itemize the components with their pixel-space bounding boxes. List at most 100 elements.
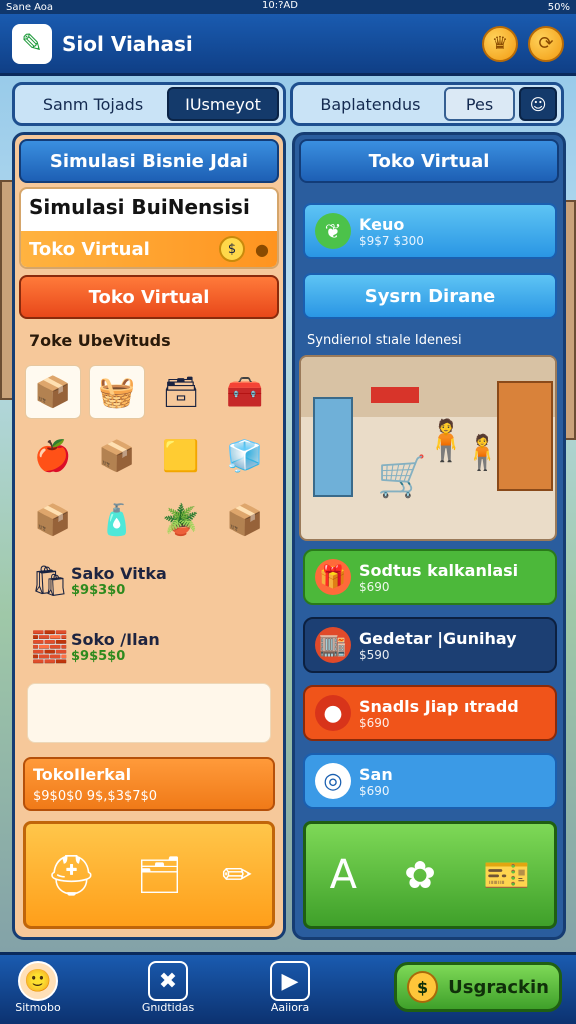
orange-box-icon[interactable]: 📦: [89, 429, 145, 483]
crown-icon[interactable]: ♛: [482, 25, 518, 62]
summary-value: $9$0$0 9$,$3$7$0: [33, 789, 158, 804]
clock: 10:?AD: [262, 0, 298, 11]
status-bar: Sane Aoa 10:?AD 50%: [0, 0, 576, 14]
fruit-basket-icon[interactable]: 🍎: [25, 429, 81, 483]
section-title: 7oke UbeVituds: [29, 331, 171, 350]
tab-sanm-tojads[interactable]: Sanm Tojads: [19, 87, 167, 121]
item-grid: 📦 🧺 🗃 🧰 🍎 📦 🟨 🧊 📦 🧴 🪴 📦: [25, 365, 279, 547]
system-header[interactable]: Sysrn Dirane: [303, 273, 557, 319]
battery-label: 50%: [547, 1, 570, 13]
list-item[interactable]: 🛍 Sako Vitka $9$3$0: [29, 553, 279, 609]
play-icon: ▶: [270, 961, 310, 1001]
row-price: $690: [359, 715, 390, 730]
package-icon[interactable]: 📦: [25, 493, 81, 547]
row-name: Gedetar |Gunihay: [359, 628, 517, 648]
summary-card[interactable]: TokoIlerkal $9$0$0 9$,$3$7$0: [23, 757, 275, 811]
coin-small-icon: ●: [255, 239, 269, 259]
store-scene: 🛒 🧍 🧍: [299, 355, 557, 541]
list-item-name: Soko /Ilan: [71, 630, 160, 649]
upgrade-label: Usgrackin: [448, 976, 549, 998]
nav-tools-label: Gnıdtidas: [141, 1001, 195, 1014]
row-name: Sodtus kalkanlasi: [359, 560, 519, 580]
right-panel-header: Toko Virtual: [299, 139, 559, 183]
coin-icon: $: [219, 236, 246, 262]
leaf-icon: ❦: [315, 213, 351, 249]
box-icon[interactable]: 📦: [25, 365, 81, 419]
helmet-icon[interactable]: ⛑: [46, 852, 97, 899]
open-box-icon[interactable]: 🗂: [136, 854, 182, 896]
business-card: Simulasi BuiNensisi Toko Virtual $ ●: [19, 187, 279, 269]
tab-baplatendus[interactable]: Baplatendus: [297, 87, 444, 121]
row-price: $690: [359, 783, 390, 798]
teal-box-icon[interactable]: 🧊: [217, 429, 273, 483]
store-button[interactable]: Toko Virtual $ ●: [21, 231, 277, 267]
list-item[interactable]: 🧱 Soko /Ilan $9$5$0: [29, 619, 279, 675]
list-item-name: Sako Vitka: [71, 564, 167, 583]
top-buttons: ♛ ⟳: [482, 25, 564, 62]
fridge: [313, 397, 353, 497]
shipping-box-icon[interactable]: 📦: [217, 493, 273, 547]
left-panel: Simulasi Bisnie Jdai Simulasi BuiNensisi…: [12, 132, 286, 940]
row-price: $690: [359, 579, 390, 594]
plant-box-icon[interactable]: 🪴: [153, 493, 209, 547]
row-name: San: [359, 764, 393, 784]
tab-iusmeyot[interactable]: IUsmeyot: [167, 87, 279, 121]
store-header[interactable]: Toko Virtual: [19, 275, 279, 319]
molecule-icon[interactable]: ✿: [404, 853, 436, 897]
featured-card[interactable]: ❦ Keuo $9$7 $300: [303, 203, 557, 259]
app-title: Siol Viahasi: [62, 31, 193, 56]
list-item-price: $9$5$0: [71, 649, 126, 664]
ticket-icon[interactable]: 🎫: [483, 853, 530, 898]
nav-play-label: Aaiiora: [270, 1001, 310, 1014]
profile-icon[interactable]: ☺: [519, 87, 557, 121]
store-icon: 🏬: [315, 627, 351, 663]
avatar: 🙂: [18, 961, 58, 1001]
paper-box-icon[interactable]: 🗃: [153, 365, 209, 419]
list-item[interactable]: 🎁 Sodtus kalkanlasi $690: [303, 549, 557, 605]
tools-icon: ✖: [148, 961, 188, 1001]
featured-price: $9$7 $300: [359, 233, 424, 248]
crate-icon[interactable]: 🧺: [89, 365, 145, 419]
tools-card: A ✿ 🎫: [303, 821, 557, 929]
scene-label: Syndierıol stıale Idenesi: [307, 333, 462, 348]
coin-icon[interactable]: ⟳: [528, 25, 564, 62]
blocks-icon: 🧱: [31, 629, 69, 665]
upgrade-button[interactable]: $ Usgrackin: [394, 962, 562, 1012]
business-title: Simulasi BuiNensisi: [29, 195, 250, 219]
store-button-label: Toko Virtual: [29, 238, 150, 260]
summary-title: TokoIlerkal: [33, 765, 132, 784]
row-price: $590: [359, 647, 390, 662]
top-bar: ✎ Siol Viahasi ♛ ⟳: [0, 14, 576, 76]
nav-profile[interactable]: 🙂 Sitmobo: [2, 961, 74, 1014]
shelf: [497, 381, 553, 491]
edit-bag-icon[interactable]: ✏: [222, 855, 252, 896]
nav-play[interactable]: ▶ Aaiiora: [254, 961, 326, 1014]
tab-pes[interactable]: Pes: [443, 87, 516, 121]
shopping-box-icon: 🛍: [30, 563, 70, 599]
list-item[interactable]: ◎ San $690: [303, 753, 557, 809]
list-item-price: $9$3$0: [71, 583, 126, 598]
letter-a-icon[interactable]: A: [330, 852, 357, 898]
clerk-icon: 🧍: [461, 433, 504, 473]
empty-slot: [27, 683, 271, 743]
list-item[interactable]: 🏬 Gedetar |Gunihay $590: [303, 617, 557, 673]
action-card: ⛑ 🗂 ✏: [23, 821, 275, 929]
red-box-icon[interactable]: 🧰: [217, 365, 273, 419]
nav-tools[interactable]: ✖ Gnıdtidas: [132, 961, 204, 1014]
store-sign: [371, 387, 419, 403]
globe-icon: ◎: [315, 763, 351, 799]
coin-icon: $: [407, 971, 439, 1003]
gift-icon: 🎁: [315, 559, 351, 595]
yellow-box-icon[interactable]: 🟨: [153, 429, 209, 483]
right-tab-strip: Baplatendus Pes ☺: [290, 82, 564, 126]
bottles-icon[interactable]: 🧴: [89, 493, 145, 547]
nav-profile-label: Sitmobo: [15, 1001, 61, 1014]
app-logo-icon: ✎: [12, 23, 52, 64]
left-panel-header: Simulasi Bisnie Jdai: [19, 139, 279, 183]
right-panel: Toko Virtual ❦ Keuo $9$7 $300 Sysrn Dira…: [292, 132, 566, 940]
ball-icon: ●: [315, 695, 351, 731]
list-item[interactable]: ● Snadls Jiap ıtradd $690: [303, 685, 557, 741]
carrier-label: Sane Aoa: [6, 1, 54, 13]
featured-name: Keuo: [359, 214, 405, 234]
left-tab-strip: Sanm Tojads IUsmeyot: [12, 82, 286, 126]
